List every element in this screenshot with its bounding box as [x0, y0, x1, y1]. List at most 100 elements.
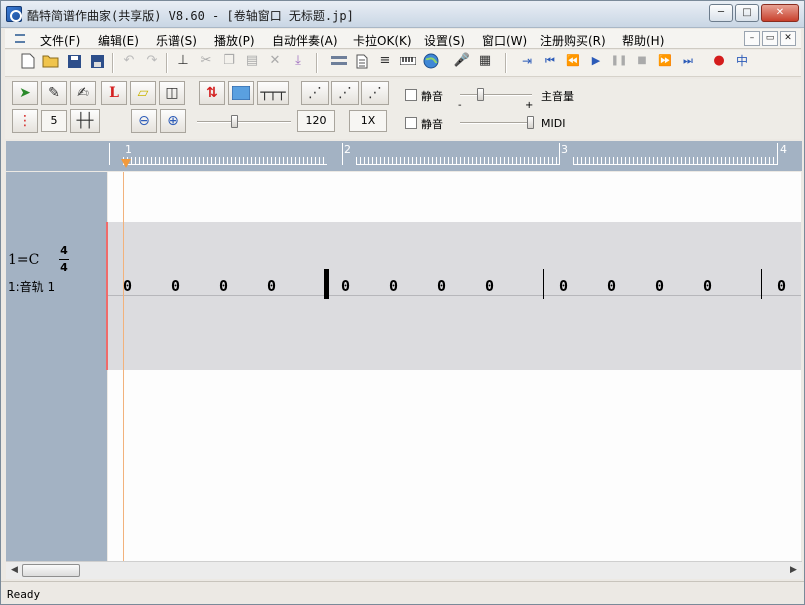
note-rest[interactable]: 0: [485, 277, 494, 295]
delete-icon[interactable]: ✕: [264, 50, 286, 72]
stop-icon[interactable]: ■: [631, 50, 653, 72]
horizontal-scrollbar[interactable]: ◀ ▶: [6, 561, 802, 579]
time-signature[interactable]: 4 4: [59, 244, 69, 275]
triplet-3-icon[interactable]: ⋰: [361, 81, 389, 105]
volume-slider[interactable]: [477, 88, 484, 101]
menu-register[interactable]: 注册购买(R): [540, 32, 606, 49]
menu-window[interactable]: 窗口(W): [482, 32, 527, 49]
playhead-marker-icon[interactable]: [121, 159, 131, 168]
panel-tool-icon[interactable]: ◫: [159, 81, 185, 105]
mute-label-2: 静音: [421, 118, 443, 131]
mdi-restore-button[interactable]: ▭: [762, 31, 778, 46]
record-icon[interactable]: ●: [708, 50, 730, 72]
new-file-icon[interactable]: [17, 50, 39, 72]
redo-icon[interactable]: ↷: [141, 50, 163, 72]
undo-icon[interactable]: ↶: [118, 50, 140, 72]
pencil-tool-icon[interactable]: ✎: [41, 81, 67, 105]
write-tool-icon[interactable]: ✍: [70, 81, 96, 105]
triplet-2-icon[interactable]: ⋰: [331, 81, 359, 105]
pause-icon[interactable]: ❚❚: [608, 50, 630, 72]
tempo-field[interactable]: 120: [297, 110, 335, 132]
scroll-thumb[interactable]: [22, 564, 80, 577]
zoom-in-icon[interactable]: ⊕: [160, 109, 186, 133]
transpose-icon[interactable]: ⇅: [199, 81, 225, 105]
track-band[interactable]: [108, 222, 801, 370]
triplet-1-icon[interactable]: ⋰: [301, 81, 329, 105]
note-rest[interactable]: 0: [559, 277, 568, 295]
microphone-icon[interactable]: 🎤: [451, 50, 473, 72]
image-icon[interactable]: [228, 81, 254, 105]
mdi-close-button[interactable]: ✕: [780, 31, 796, 46]
eraser-tool-icon[interactable]: ▱: [130, 81, 156, 105]
select-tool-icon[interactable]: ➤: [12, 81, 38, 105]
lyrics-tool-icon[interactable]: L: [101, 81, 127, 105]
loop-icon[interactable]: 中: [731, 50, 753, 72]
measure-ruler[interactable]: 1 2 3 4: [109, 143, 801, 171]
notes-icon[interactable]: ▦: [474, 50, 496, 72]
track-view-icon[interactable]: [328, 50, 350, 72]
note-rest[interactable]: 0: [123, 277, 132, 295]
menu-accompaniment[interactable]: 自动伴奏(A): [272, 32, 338, 49]
menu-edit[interactable]: 编辑(E): [98, 32, 139, 49]
ruler-ticks: [123, 157, 327, 165]
open-folder-icon[interactable]: [40, 50, 62, 72]
globe-icon[interactable]: [420, 50, 442, 72]
note-rest[interactable]: 0: [777, 277, 786, 295]
import-icon[interactable]: ⤓: [287, 50, 309, 72]
maximize-button[interactable]: □: [735, 4, 759, 22]
score-area[interactable]: 0 0 0 0 0 0 0 0 0 0 0 0 0: [108, 172, 801, 561]
note-rest[interactable]: 0: [703, 277, 712, 295]
mute-checkbox-2[interactable]: [405, 117, 417, 129]
zoom-out-icon[interactable]: ⊖: [131, 109, 157, 133]
copy-icon[interactable]: ❐: [218, 50, 240, 72]
skip-start-icon[interactable]: ⏮: [539, 50, 561, 72]
ruler-major-tick: [777, 143, 778, 165]
close-button[interactable]: ✕: [761, 4, 799, 22]
list-view-icon[interactable]: ≡: [374, 50, 396, 72]
cut-icon[interactable]: ✂: [195, 50, 217, 72]
scroll-right-icon[interactable]: ▶: [790, 565, 797, 575]
key-signature[interactable]: 1=C: [8, 252, 39, 268]
beam-tool-icon[interactable]: ┼┼: [70, 109, 100, 133]
mdi-minimize-button[interactable]: –: [744, 31, 760, 46]
menu-settings[interactable]: 设置(S): [424, 32, 465, 49]
piano-icon[interactable]: [397, 50, 419, 72]
mute-checkbox-1[interactable]: [405, 89, 417, 101]
midi-label: MIDI: [541, 117, 566, 130]
note-rest[interactable]: 0: [437, 277, 446, 295]
minimize-button[interactable]: ─: [709, 4, 733, 22]
menu-score[interactable]: 乐谱(S): [156, 32, 197, 49]
slider-plus-label: +: [525, 100, 534, 111]
midi-slider[interactable]: [527, 116, 534, 129]
play-icon[interactable]: ▶: [585, 50, 607, 72]
skip-end-icon[interactable]: ⏭: [677, 50, 699, 72]
page-view-icon[interactable]: [351, 50, 373, 72]
scroll-left-icon[interactable]: ◀: [11, 565, 18, 575]
menu-play[interactable]: 播放(P): [214, 32, 255, 49]
note-rest[interactable]: 0: [219, 277, 228, 295]
measure-icon[interactable]: ┬┬┬: [257, 81, 289, 105]
rewind-icon[interactable]: ⏪: [562, 50, 584, 72]
paste-icon[interactable]: ▤: [241, 50, 263, 72]
spacing-tool-icon[interactable]: ⋮: [12, 109, 38, 133]
save-all-icon[interactable]: [86, 50, 108, 72]
title-bar[interactable]: 酷特简谱作曲家(共享版) V8.60 - [卷轴窗口 无标题.jp] ─ □ ✕: [1, 1, 804, 28]
track-name[interactable]: 1:音轨 1: [8, 278, 55, 295]
grid-value[interactable]: 5: [41, 110, 67, 132]
insert-note-icon[interactable]: ⊥: [172, 50, 194, 72]
speed-field[interactable]: 1X: [349, 110, 387, 132]
menu-help[interactable]: 帮助(H): [622, 32, 664, 49]
note-rest[interactable]: 0: [607, 277, 616, 295]
note-rest[interactable]: 0: [655, 277, 664, 295]
goto-icon[interactable]: ⇥: [516, 50, 538, 72]
note-rest[interactable]: 0: [389, 277, 398, 295]
fast-forward-icon[interactable]: ⏩: [654, 50, 676, 72]
menu-karaoke[interactable]: 卡拉OK(K): [353, 32, 412, 49]
zoom-slider[interactable]: [231, 115, 238, 128]
playhead-line: [123, 172, 124, 561]
note-rest[interactable]: 0: [171, 277, 180, 295]
note-rest[interactable]: 0: [267, 277, 276, 295]
menu-file[interactable]: 文件(F): [40, 32, 80, 49]
save-icon[interactable]: [63, 50, 85, 72]
note-rest[interactable]: 0: [341, 277, 350, 295]
